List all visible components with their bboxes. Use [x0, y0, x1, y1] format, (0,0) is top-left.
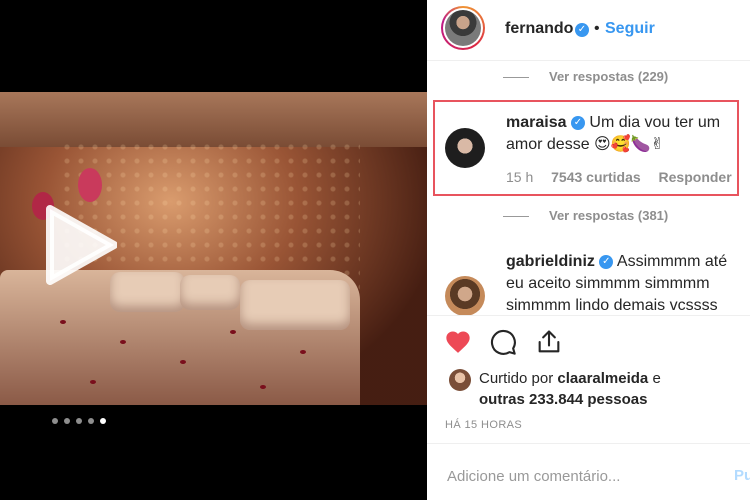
comment-time[interactable]: 15 h — [506, 169, 533, 185]
follow-button[interactable]: Seguir — [605, 20, 655, 38]
comment-avatar[interactable] — [445, 128, 485, 168]
comment-likes[interactable]: 7543 curtidas — [551, 169, 641, 185]
comment-text: gabrieldiniz ✓ Assimmmm até eu aceito si… — [506, 251, 738, 311]
comment-text: maraisa ✓ Um dia vou ter um amor desse 😍… — [506, 112, 738, 156]
pillow — [180, 275, 240, 310]
avatar[interactable] — [441, 6, 485, 50]
view-replies-link[interactable]: Ver respostas (381) — [503, 208, 668, 223]
post-media[interactable] — [0, 0, 427, 500]
post-side-panel: fernando ✓ • Seguir Ver respostas (229) … — [427, 0, 750, 500]
comment-input[interactable] — [445, 467, 719, 486]
view-replies-link[interactable]: Ver respostas (229) — [503, 69, 668, 84]
comment-username[interactable]: maraisa — [506, 114, 567, 131]
carousel-dot — [76, 418, 82, 424]
comment-meta: 15 h 7543 curtidas Responder — [506, 169, 746, 185]
rose-petal — [90, 380, 96, 384]
verified-badge-icon: ✓ — [599, 254, 614, 269]
carousel-indicator — [52, 418, 106, 424]
verified-badge-icon: ✓ — [570, 115, 585, 130]
comment-avatar[interactable] — [445, 276, 485, 316]
likes-summary: Curtido por claaralmeida e outras 233.84… — [479, 370, 661, 408]
carousel-dot — [52, 418, 58, 424]
rose-petal — [260, 385, 266, 389]
pillow — [240, 280, 350, 330]
pillow — [110, 272, 185, 312]
carousel-dot — [88, 418, 94, 424]
liker-avatar[interactable] — [449, 369, 471, 391]
separator-dot: • — [594, 20, 600, 37]
author-username[interactable]: fernando — [505, 20, 573, 38]
likes-count[interactable]: outras 233.844 pessoas — [479, 391, 647, 408]
video-ceiling — [0, 92, 427, 147]
carousel-dot-active — [100, 418, 106, 424]
rose-petal — [180, 360, 186, 364]
rose-petal — [230, 330, 236, 334]
heart-balloon — [78, 168, 102, 202]
liker-username[interactable]: claaralmeida — [557, 370, 648, 387]
carousel-dot — [64, 418, 70, 424]
rose-petal — [120, 340, 126, 344]
verified-badge-icon: ✓ — [575, 23, 589, 37]
play-icon[interactable] — [42, 205, 117, 285]
rose-petal — [60, 320, 66, 324]
heart-icon[interactable] — [444, 328, 472, 356]
post-comment-button[interactable]: Pu — [734, 467, 750, 484]
post-header: fernando ✓ • Seguir — [427, 0, 750, 61]
post-timestamp[interactable]: HÁ 15 HORAS — [445, 419, 522, 431]
rose-petal — [300, 350, 306, 354]
comment-icon[interactable] — [489, 328, 517, 356]
reply-button[interactable]: Responder — [659, 169, 732, 185]
share-icon[interactable] — [535, 328, 563, 356]
comment-username[interactable]: gabrieldiniz — [506, 253, 595, 270]
action-bar — [427, 315, 750, 316]
